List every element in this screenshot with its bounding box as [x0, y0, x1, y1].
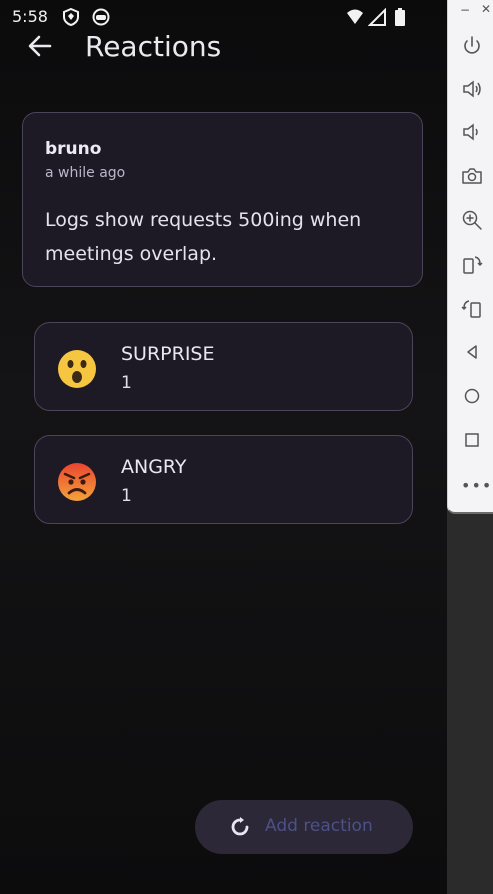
- reaction-count: 1: [121, 373, 132, 393]
- overview-icon[interactable]: [461, 429, 483, 451]
- angry-face-icon: [58, 463, 96, 501]
- camera-icon[interactable]: [461, 165, 483, 187]
- shield-icon: [63, 8, 79, 26]
- post-card: bruno a while ago Logs show requests 500…: [22, 112, 423, 287]
- rotate-left-icon[interactable]: [461, 254, 483, 276]
- minimize-icon[interactable]: −: [460, 3, 470, 17]
- astonished-face-icon: [58, 350, 96, 388]
- emulator-window-controls: − ✕: [448, 0, 493, 22]
- reaction-count: 1: [121, 486, 132, 506]
- post-body: Logs show requests 500ing when meetings …: [45, 209, 362, 265]
- reaction-item-angry[interactable]: ANGRY 1: [34, 435, 413, 524]
- refresh-icon: [231, 817, 249, 836]
- sync-status-icon: [92, 8, 110, 26]
- back-arrow-icon[interactable]: [26, 30, 54, 62]
- add-reaction-label: Add reaction: [265, 816, 373, 836]
- reaction-item-surprise[interactable]: SURPRISE 1: [34, 322, 413, 411]
- volume-down-icon[interactable]: [461, 121, 483, 143]
- reaction-name: ANGRY: [121, 456, 187, 478]
- more-options-icon[interactable]: •••: [461, 476, 492, 495]
- emulator-side-panel: − ✕ •••: [447, 0, 493, 514]
- rotate-right-icon[interactable]: [461, 298, 483, 320]
- phone-screen: 5:58 Reactions bruno a while ago Logs sh…: [0, 0, 447, 894]
- back-icon[interactable]: [461, 341, 483, 363]
- power-icon[interactable]: [461, 35, 483, 57]
- close-icon[interactable]: ✕: [481, 2, 491, 16]
- status-time: 5:58: [12, 7, 48, 26]
- app-bar: Reactions: [0, 28, 447, 68]
- post-time: a while ago: [45, 165, 126, 181]
- reaction-name: SURPRISE: [121, 343, 215, 365]
- add-reaction-button[interactable]: Add reaction: [195, 800, 413, 854]
- page-title: Reactions: [85, 30, 222, 63]
- wifi-icon: [347, 9, 363, 24]
- cell-signal-icon: [368, 8, 386, 26]
- zoom-icon[interactable]: [461, 209, 483, 231]
- home-icon[interactable]: [461, 385, 483, 407]
- volume-up-icon[interactable]: [461, 78, 483, 100]
- post-author: bruno: [45, 139, 102, 159]
- battery-icon: [395, 8, 405, 26]
